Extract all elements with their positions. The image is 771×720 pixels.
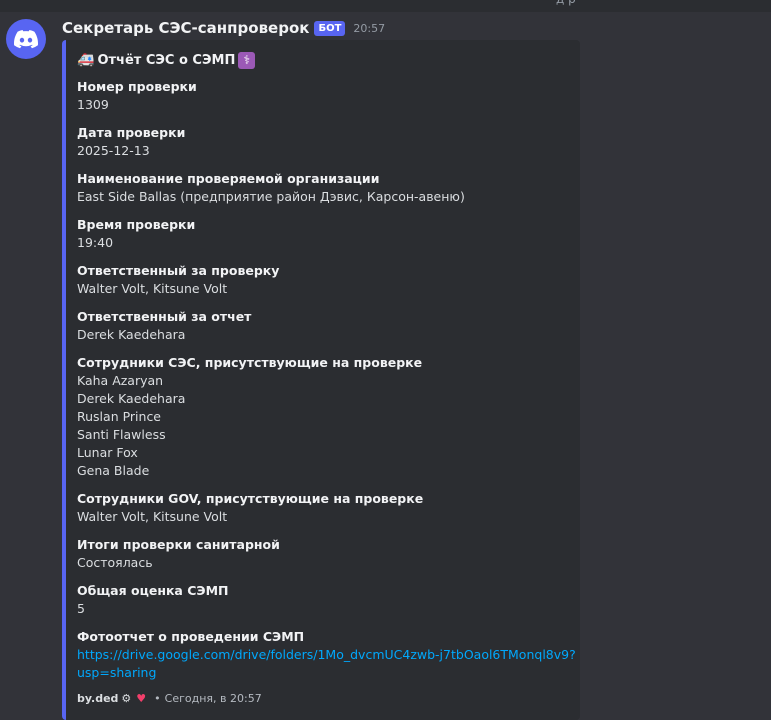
field-value-line: 1309	[77, 97, 109, 112]
field-value: 5	[77, 600, 572, 618]
field-value-line: Состоялась	[77, 555, 153, 570]
field-value-line: 5	[77, 601, 85, 616]
field-name: Наименование проверяемой организации	[77, 171, 380, 186]
field-value-line: Kaha Azaryan	[77, 373, 164, 388]
report-embed: 🚑 Отчёт СЭС о СЭМП ⚕ Номер проверки 1309 Д…	[62, 40, 580, 720]
embed-field: Общая оценка СЭМП 5	[77, 582, 572, 618]
embed-field: Итоги проверки санитарной Состоялась	[77, 536, 572, 572]
embed-field: Ответственный за проверку Walter Volt, Ki…	[77, 262, 572, 298]
medical-symbol-icon: ⚕	[238, 51, 256, 69]
embed-title: 🚑 Отчёт СЭС о СЭМП ⚕	[77, 50, 256, 70]
bot-avatar[interactable]	[6, 19, 46, 59]
top-fragment-text: д р	[556, 0, 576, 6]
field-value-line: 19:40	[77, 235, 114, 250]
field-name: Сотрудники СЭС, присутствующие на провер…	[77, 355, 423, 370]
field-value-line: Walter Volt, Kitsune Volt	[77, 509, 228, 524]
drive-link-line[interactable]: usp=sharing	[77, 664, 572, 682]
field-value: Состоялась	[77, 554, 572, 572]
embed-field: Наименование проверяемой организации East…	[77, 170, 572, 206]
footer-time: Сегодня, в 20:57	[164, 691, 262, 705]
top-strip: д р	[0, 0, 771, 12]
field-value-line: Walter Volt, Kitsune Volt	[77, 281, 228, 296]
field-name: Итоги проверки санитарной	[77, 537, 280, 552]
gear-icon: ⚙	[121, 691, 132, 705]
field-value-line: Ruslan Prince	[77, 409, 162, 424]
drive-link[interactable]: https://drive.google.com/drive/folders/1…	[77, 646, 576, 682]
field-value-line: Derek Kaedehara	[77, 327, 186, 342]
field-value: Walter Volt, Kitsune Volt	[77, 280, 572, 298]
drive-link-line[interactable]: https://drive.google.com/drive/folders/1…	[77, 646, 576, 664]
field-name: Дата проверки	[77, 125, 186, 140]
field-value: Walter Volt, Kitsune Volt	[77, 508, 572, 526]
field-value-line: Lunar Fox	[77, 445, 138, 460]
field-name: Сотрудники GOV, присутствующие на провер…	[77, 491, 424, 506]
heart-icon: ♥	[136, 691, 147, 705]
field-value: East Side Ballas (предприятие район Дэви…	[77, 188, 572, 206]
field-name: Ответственный за проверку	[77, 263, 280, 278]
embed-field: Ответственный за отчет Derek Kaedehara	[77, 308, 572, 344]
discord-logo-icon	[14, 29, 38, 48]
embed-field: Время проверки 19:40	[77, 216, 572, 252]
message-timestamp[interactable]: 20:57	[353, 22, 385, 35]
field-value: 2025-12-13	[77, 142, 572, 160]
field-value-line: Derek Kaedehara	[77, 391, 186, 406]
embed-fields: Номер проверки 1309 Дата проверки 2025-12-1…	[77, 78, 576, 692]
field-value-line: East Side Ballas (предприятие район Дэви…	[77, 189, 465, 204]
footer-author: by.ded	[77, 691, 119, 705]
field-name: Фотоотчет о проведении СЭМП	[77, 629, 305, 644]
field-value: Kaha Azaryan Derek Kaedehara Ruslan Prince…	[77, 372, 572, 480]
message-header: Секретарь СЭС-санпроверок БОТ 20:57	[62, 17, 385, 39]
field-name: Ответственный за отчет	[77, 309, 252, 324]
field-value: 1309	[77, 96, 572, 114]
field-value-line: Gena Blade	[77, 463, 150, 478]
field-value: Derek Kaedehara	[77, 326, 572, 344]
field-value: 19:40	[77, 234, 572, 252]
embed-footer: by.ded ⚙ ♥ • Сегодня, в 20:57	[77, 690, 262, 706]
author-name[interactable]: Секретарь СЭС-санпроверок	[62, 19, 309, 37]
photo-report-field: Фотоотчет о проведении СЭМП https://drive…	[77, 628, 576, 682]
footer-separator: •	[154, 691, 161, 705]
field-name: Общая оценка СЭМП	[77, 583, 229, 598]
field-value-line: 2025-12-13	[77, 143, 150, 158]
field-name: Время проверки	[77, 217, 196, 232]
embed-field: Сотрудники СЭС, присутствующие на провер…	[77, 354, 572, 480]
ambulance-icon: 🚑	[77, 52, 95, 68]
embed-title-text: Отчёт СЭС о СЭМП	[97, 52, 236, 68]
embed-field: Сотрудники GOV, присутствующие на провер…	[77, 490, 572, 526]
field-value-line: Santi Flawless	[77, 427, 166, 442]
embed-field: Номер проверки 1309	[77, 78, 572, 114]
embed-field: Дата проверки 2025-12-13	[77, 124, 572, 160]
field-name: Номер проверки	[77, 79, 197, 94]
bot-badge: БОТ	[314, 20, 346, 36]
